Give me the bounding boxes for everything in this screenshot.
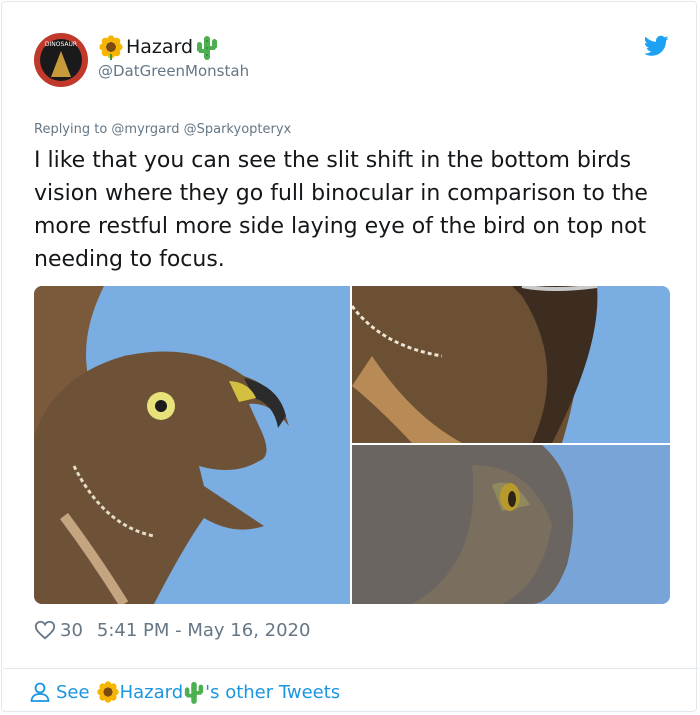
author-name-row[interactable]: Hazard [98,34,219,60]
tweet-timestamp[interactable]: 5:41 PM - May 16, 2020 [97,620,311,641]
like-count[interactable]: 30 [60,620,83,641]
sunflower-icon [96,681,119,703]
see-other-tweets-link[interactable]: See Hazard 's other Tweets [28,678,340,706]
twitter-bird-icon[interactable] [644,35,669,57]
footer-suffix: 's other Tweets [205,681,341,703]
author-display-name[interactable]: Hazard [126,36,193,58]
hawk-eye-illustration [352,445,574,604]
replying-to[interactable]: Replying to @myrgard @Sparkyopteryx [34,122,291,137]
cactus-icon [197,36,218,60]
tweet-text: I like that you can see the slit shift i… [34,148,648,272]
hawk-neck-illustration [352,286,598,443]
media-grid[interactable] [34,286,670,604]
author-handle[interactable]: @DatGreenMonstah [98,62,249,80]
footer-divider [3,668,699,669]
sunflower-icon [99,35,123,60]
photo-hawk-neck[interactable] [352,286,670,443]
heart-icon[interactable] [34,619,56,641]
photo-hawk-eye-closeup[interactable] [352,445,670,604]
avatar[interactable]: DINOSAUR [34,33,88,87]
person-icon [30,682,50,702]
footer-see-label: See [56,681,90,703]
tweet-card: DINOSAUR Hazard @DatGreenMonstah Replyin… [1,1,699,712]
photo-hawk-open-beak[interactable] [34,286,350,604]
tweet-meta: 30 5:41 PM - May 16, 2020 [34,617,310,643]
avatar-logo-text: DINOSAUR [44,41,78,48]
hawk-illustration [34,286,289,604]
cactus-icon [184,681,204,704]
footer-author-name: Hazard [119,681,184,703]
